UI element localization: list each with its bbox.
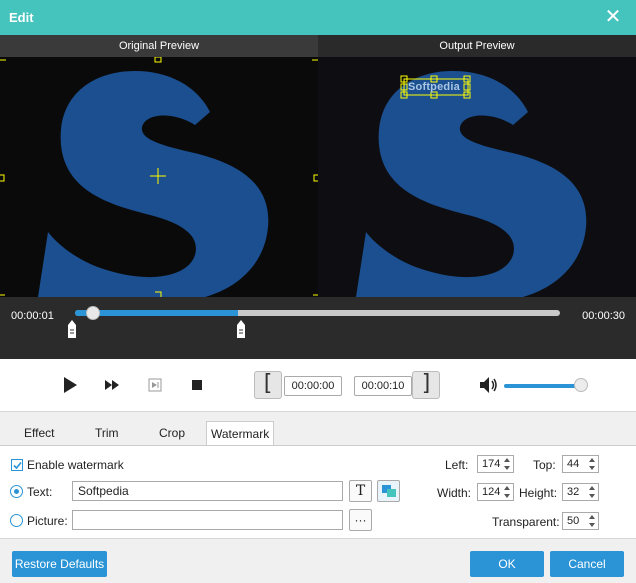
total-time: 00:00:30	[582, 310, 625, 322]
cancel-button[interactable]: Cancel	[550, 551, 624, 577]
left-spinbox[interactable]: 174	[477, 455, 514, 473]
play-icon	[64, 377, 77, 393]
output-preview-frame	[356, 71, 587, 297]
volume-button[interactable]	[477, 373, 501, 397]
tab-watermark[interactable]: Watermark	[206, 421, 275, 446]
height-spinbox[interactable]: 32	[562, 483, 599, 501]
top-label: Top:	[533, 458, 556, 472]
original-preview-label: Original Preview	[0, 35, 318, 57]
current-time: 00:00:01	[11, 310, 54, 322]
spin-arrows-icon[interactable]	[504, 486, 511, 498]
logo-s-shape	[38, 71, 269, 297]
width-value: 124	[482, 486, 501, 498]
picture-label: Picture:	[27, 514, 68, 528]
speaker-icon	[480, 377, 497, 393]
transparent-value: 50	[567, 515, 580, 527]
width-label: Width:	[437, 486, 472, 500]
footer: Restore Defaults OK Cancel	[0, 538, 636, 583]
play-button[interactable]	[58, 373, 82, 397]
original-preview[interactable]	[0, 57, 318, 297]
text-label: Text:	[27, 485, 53, 499]
watermark-panel: Enable watermark Text: Softpedia T Pictu…	[0, 445, 636, 538]
tab-bar: Effect Trim Crop Watermark	[0, 411, 636, 446]
clip-start-field[interactable]: 00:00:00	[284, 376, 342, 396]
fast-forward-button[interactable]	[100, 373, 124, 397]
color-button[interactable]	[377, 480, 400, 502]
enable-watermark-checkbox[interactable]	[11, 459, 23, 471]
preview-headers: Original Preview Output Preview	[0, 35, 636, 57]
restore-defaults-button[interactable]: Restore Defaults	[12, 551, 107, 577]
timeline: 00:00:01 00:00:30	[0, 297, 636, 359]
font-button[interactable]: T	[349, 480, 372, 502]
window-title: Edit	[9, 10, 34, 25]
text-format-icon: T	[355, 483, 366, 499]
volume-slider[interactable]	[504, 384, 581, 388]
stop-button[interactable]	[185, 373, 209, 397]
left-label: Left:	[445, 458, 469, 472]
watermark-text-input[interactable]: Softpedia	[72, 481, 343, 501]
watermark-preview-text: Softpedia	[408, 81, 460, 93]
transparent-label: Transparent:	[492, 515, 560, 529]
ok-button[interactable]: OK	[470, 551, 544, 577]
picture-path-input[interactable]	[72, 510, 343, 530]
text-radio[interactable]	[10, 485, 23, 498]
seek-handle[interactable]	[86, 306, 100, 320]
set-end-button[interactable]: ]	[412, 371, 440, 399]
output-preview[interactable]: Softpedia	[318, 57, 636, 297]
seek-bar[interactable]	[75, 306, 560, 320]
next-frame-icon	[148, 378, 162, 392]
spin-arrows-icon[interactable]	[589, 486, 596, 498]
transparent-spinbox[interactable]: 50	[562, 512, 599, 530]
trim-start-marker[interactable]	[68, 320, 76, 338]
clip-end-field[interactable]: 00:00:10	[354, 376, 412, 396]
title-bar: Edit ✕	[0, 0, 636, 35]
left-value: 174	[482, 458, 501, 470]
volume-handle[interactable]	[574, 378, 588, 392]
height-value: 32	[567, 486, 580, 498]
logo-s-shape	[356, 71, 587, 297]
tab-effect[interactable]: Effect	[20, 421, 58, 446]
trim-end-marker[interactable]	[237, 320, 245, 338]
close-icon[interactable]: ✕	[604, 7, 622, 27]
width-spinbox[interactable]: 124	[477, 483, 514, 501]
height-label: Height:	[519, 486, 558, 500]
next-frame-button[interactable]	[143, 373, 167, 397]
browse-button[interactable]: ···	[349, 509, 372, 531]
picture-radio[interactable]	[10, 514, 23, 527]
tab-crop[interactable]: Crop	[155, 421, 189, 446]
spin-arrows-icon[interactable]	[504, 458, 511, 470]
spin-arrows-icon[interactable]	[589, 458, 596, 470]
spin-arrows-icon[interactable]	[589, 515, 596, 527]
set-start-button[interactable]: [	[254, 371, 282, 399]
top-spinbox[interactable]: 44	[562, 455, 599, 473]
top-value: 44	[567, 458, 580, 470]
stop-icon	[192, 380, 202, 390]
enable-watermark-label: Enable watermark	[27, 458, 124, 472]
tab-trim[interactable]: Trim	[91, 421, 123, 446]
checkmark-icon	[13, 461, 22, 470]
output-preview-label: Output Preview	[318, 35, 636, 57]
original-preview-frame	[0, 57, 318, 297]
fast-forward-icon	[105, 380, 119, 390]
color-palette-icon	[381, 485, 396, 497]
